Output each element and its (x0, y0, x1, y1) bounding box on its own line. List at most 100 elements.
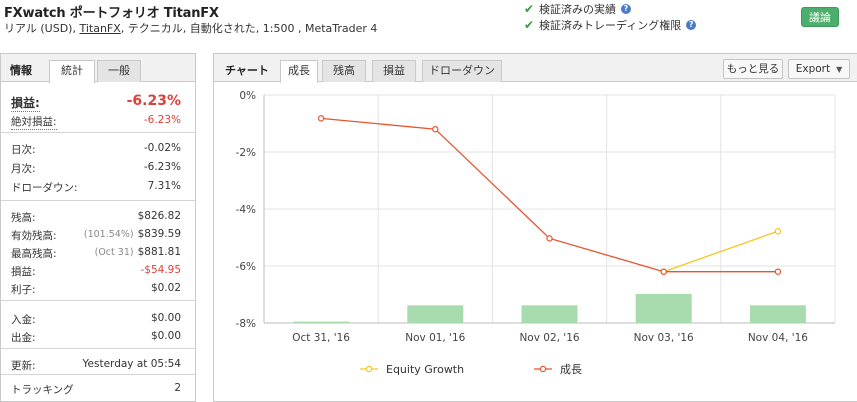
stat-label: 更新: (11, 360, 36, 372)
broker-link[interactable]: TitanFX (79, 22, 120, 35)
growth-bar (521, 305, 578, 323)
stat-label: 損益: (11, 266, 36, 278)
chart-panel: チャート 成長 残高 損益 ドローダウン もっと見る Export ▼ 0% -2%… (213, 53, 857, 402)
tab-stats[interactable]: 統計 (49, 60, 95, 83)
series-line (321, 117, 778, 273)
help-icon[interactable]: ? (686, 20, 697, 30)
stat-label: 残高: (11, 212, 36, 224)
series-point (660, 268, 667, 275)
x-tick-label: Nov 03, '16 (634, 332, 694, 344)
legend-label: 成長 (560, 363, 582, 376)
stat-value-text: $826.82 (137, 210, 181, 222)
growth-bar (293, 321, 350, 323)
stat-row: トラッキング 2 (1, 380, 195, 398)
more-button[interactable]: もっと見る (723, 59, 783, 79)
stat-value-text: -6.23% (143, 161, 181, 173)
divider (1, 374, 195, 375)
legend-marker (365, 365, 373, 373)
stat-row: 日次: -0.02% (1, 140, 195, 158)
tab-general[interactable]: 一般 (97, 60, 141, 82)
stat-label: 損益: (11, 96, 40, 112)
series-point (546, 235, 553, 242)
help-icon[interactable]: ? (621, 4, 631, 14)
stat-row: 有効残高: (101.54%) $839.59 (1, 226, 195, 244)
stat-row: ドローダウン: 7.31% (1, 178, 195, 196)
stat-label: 最高残高: (11, 248, 57, 260)
growth-bar (635, 293, 692, 323)
stat-row: 更新: Yesterday at 05:54 (1, 356, 195, 374)
stat-value: $826.82 (138, 210, 181, 222)
export-button[interactable]: Export ▼ (788, 59, 850, 79)
series-point (774, 228, 782, 235)
verified-track-record: ✔ 検証済みの実績 ? (524, 1, 631, 17)
verified-trading-label: 検証済みトレーディング権限 (539, 19, 682, 32)
stat-value-text: 2 (174, 382, 181, 394)
stat-row: 損益: -$54.95 (1, 262, 195, 280)
x-tick-label: Nov 02, '16 (519, 332, 579, 344)
divider (1, 200, 195, 201)
account-subtitle: リアル (USD), TitanFX, テクニカル, 自動化された, 1:500… (4, 20, 377, 36)
stat-row: 残高: $826.82 (1, 208, 195, 226)
stat-note: (101.54%) (83, 229, 134, 240)
x-tick-label: Nov 01, '16 (405, 332, 465, 344)
stat-value: 7.31% (148, 180, 181, 192)
y-tick-label: -6% (236, 261, 256, 273)
stat-value-text: -6.23% (143, 114, 181, 126)
stat-value: (101.54%) $839.59 (84, 228, 181, 240)
growth-bar (749, 305, 806, 323)
stat-label: ドローダウン: (11, 182, 78, 194)
subtitle-prefix: リアル (USD), (4, 22, 80, 35)
page-title: FXwatch ポートフォリオ TitanFX (4, 6, 219, 21)
stat-value-text: 7.31% (147, 180, 181, 192)
stat-value-text: -0.02% (143, 142, 181, 154)
stat-label: 月次: (11, 163, 36, 175)
stat-label: 出金: (11, 332, 36, 344)
stat-value: -6.23% (144, 114, 181, 126)
stat-value: $0.00 (151, 312, 181, 324)
y-tick-label: -2% (236, 147, 256, 159)
chevron-down-icon: ▼ (836, 65, 843, 74)
check-icon: ✔ (524, 2, 535, 16)
verified-trading-privileges: ✔ 検証済みトレーディング権限 ? (524, 17, 697, 33)
tab-balance[interactable]: 残高 (322, 60, 366, 82)
tab-growth[interactable]: 成長 (280, 60, 318, 83)
stat-value-text: $839.59 (137, 228, 181, 240)
growth-chart: 0% -2% -4% -6% -8% Oct 31, '16 Nov 01, '16 Nov … (236, 90, 836, 376)
series-point (774, 268, 782, 275)
tab-drawdown[interactable]: ドローダウン (422, 60, 502, 82)
x-tick-label: Nov 04, '16 (748, 332, 808, 344)
info-panel: 情報 統計 一般 損益: -6.23% 絶対損益: -6.23% 日次: -0.02% 月次… (0, 53, 196, 402)
stat-value: $0.00 (151, 330, 181, 342)
stat-value: -6.23% (127, 93, 181, 109)
chart-panel-label: チャート (225, 64, 269, 77)
stat-value-text: $0.00 (150, 330, 181, 342)
stat-label: 利子: (11, 284, 36, 296)
legend-label: Equity Growth (386, 363, 464, 376)
stat-value: Yesterday at 05:54 (83, 358, 181, 370)
y-tick-label: -8% (236, 318, 256, 330)
tab-profit[interactable]: 損益 (372, 60, 416, 82)
stat-row: 損益: -6.23% (1, 93, 195, 112)
stat-row: 絶対損益: -6.23% (1, 112, 195, 130)
discuss-button[interactable]: 議論 (801, 7, 839, 27)
stat-value: (Oct 31) $881.81 (95, 246, 181, 258)
stat-row: 入金: $0.00 (1, 310, 195, 328)
stat-label: 入金: (11, 314, 36, 326)
stat-value: -6.23% (144, 161, 181, 173)
stat-label: トラッキング (11, 384, 74, 396)
y-tick-label: -4% (236, 204, 256, 216)
stat-value-text: -6.23% (126, 93, 181, 109)
stat-label: 有効残高: (11, 230, 57, 242)
verified-track-label: 検証済みの実績 (539, 3, 616, 16)
legend-marker (539, 365, 547, 373)
growth-bar (407, 305, 464, 323)
stat-value: $0.02 (151, 282, 181, 294)
stat-label: 日次: (11, 144, 36, 156)
info-panel-label: 情報 (10, 64, 32, 77)
y-tick-label: 0% (239, 90, 256, 102)
stat-row: 月次: -6.23% (1, 159, 195, 177)
stat-value: -$54.95 (140, 264, 181, 276)
stat-label: 絶対損益: (11, 116, 57, 130)
stat-row: 利子: $0.02 (1, 280, 195, 298)
stat-value-text: $0.00 (150, 312, 181, 324)
